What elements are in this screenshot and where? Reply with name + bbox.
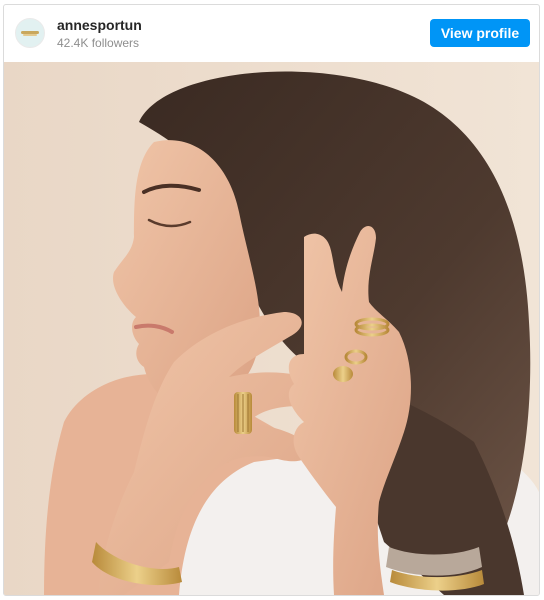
view-profile-button[interactable]: View profile: [430, 19, 530, 47]
username[interactable]: annesportun: [57, 17, 142, 34]
photo-image: [4, 62, 539, 595]
avatar[interactable]: [15, 18, 45, 48]
brand-logo-icon: [21, 31, 39, 36]
post-header: annesportun 42.4K followers View profile: [4, 5, 539, 62]
user-info: annesportun 42.4K followers: [57, 17, 142, 51]
post-photo[interactable]: [4, 62, 539, 595]
instagram-embed-card: annesportun 42.4K followers View profile: [3, 4, 540, 596]
follower-count: 42.4K followers: [57, 36, 140, 50]
